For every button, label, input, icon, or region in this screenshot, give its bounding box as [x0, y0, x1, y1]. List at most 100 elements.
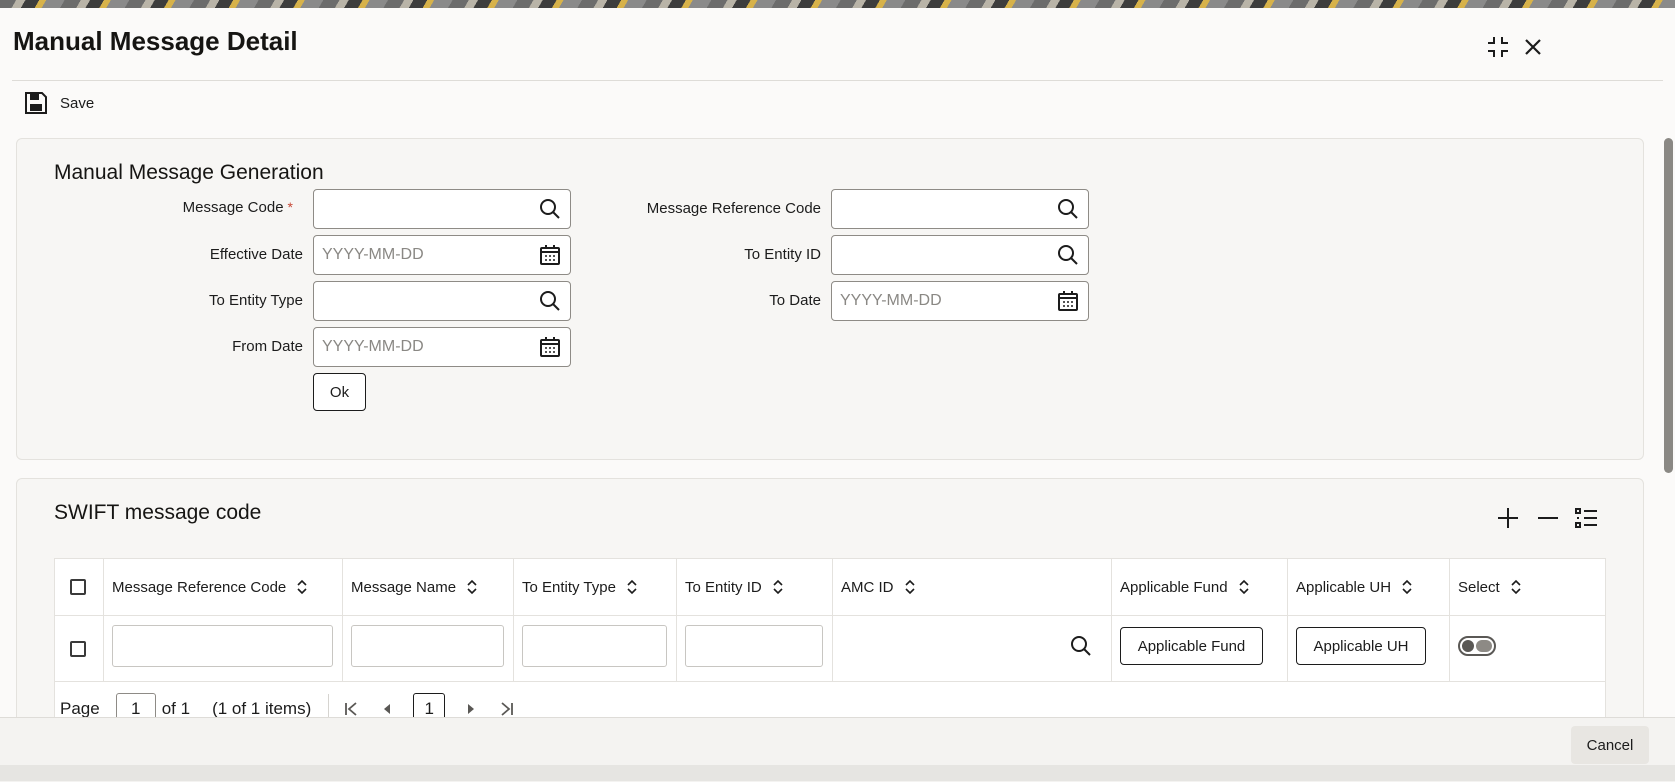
previous-page-icon[interactable] — [377, 699, 397, 719]
effective-date-field[interactable] — [313, 235, 571, 275]
dialog-window: Manual Message Detail Save Manual Messag… — [0, 8, 1675, 740]
maximize-icon[interactable] — [1485, 34, 1511, 60]
message-name-cell-input[interactable] — [351, 625, 504, 667]
applicable-uh-button[interactable]: Applicable UH — [1296, 627, 1426, 665]
select-all-checkbox[interactable] — [70, 579, 86, 595]
effective-date-label: Effective Date — [209, 246, 303, 263]
sort-icon — [296, 579, 308, 595]
ok-button[interactable]: Ok — [313, 373, 366, 411]
sort-icon — [1401, 579, 1413, 595]
search-icon[interactable] — [1056, 197, 1080, 221]
col-header-label: Message Name — [351, 578, 457, 596]
from-date-input[interactable] — [314, 328, 540, 366]
manual-message-generation-panel: Manual Message Generation Message Code * … — [16, 138, 1644, 460]
to-entity-id-cell-input[interactable] — [685, 625, 823, 667]
message-code-label-text: Message Code — [182, 199, 284, 216]
vertical-scrollbar[interactable] — [1664, 138, 1673, 473]
sort-icon — [904, 579, 916, 595]
col-header-message-reference-code[interactable]: Message Reference Code — [112, 559, 308, 615]
search-icon[interactable] — [538, 289, 562, 313]
col-header-applicable-uh[interactable]: Applicable UH — [1296, 559, 1413, 615]
to-date-field[interactable] — [831, 281, 1089, 321]
row-checkbox[interactable] — [70, 641, 86, 657]
page-count-label: of 1 — [161, 699, 191, 718]
col-divider — [103, 559, 104, 681]
col-divider — [832, 559, 833, 681]
col-divider — [1287, 559, 1288, 681]
plus-icon — [1498, 508, 1518, 528]
col-header-label: AMC ID — [841, 578, 894, 596]
effective-date-input[interactable] — [314, 236, 540, 274]
remove-row-button[interactable] — [1534, 504, 1562, 534]
search-icon[interactable] — [538, 197, 562, 221]
page-label: Page — [60, 699, 100, 718]
to-entity-type-cell-input[interactable] — [522, 625, 667, 667]
save-button[interactable]: Save — [24, 90, 94, 116]
col-header-label: Select — [1458, 578, 1500, 596]
section-title-swift: SWIFT message code — [54, 501, 262, 524]
from-date-field[interactable] — [313, 327, 571, 367]
sort-icon — [626, 579, 638, 595]
message-reference-code-input[interactable] — [832, 190, 1058, 228]
col-divider — [513, 559, 514, 681]
message-code-field[interactable] — [313, 189, 571, 229]
to-date-input[interactable] — [832, 282, 1058, 320]
col-header-label: To Entity ID — [685, 578, 762, 596]
next-page-icon[interactable] — [461, 699, 481, 719]
search-icon[interactable] — [1056, 243, 1080, 267]
col-divider — [676, 559, 677, 681]
message-reference-code-field[interactable] — [831, 189, 1089, 229]
required-mark: * — [287, 199, 293, 215]
applicable-fund-button[interactable]: Applicable Fund — [1120, 627, 1263, 665]
section-title-generation: Manual Message Generation — [54, 161, 324, 184]
row-divider — [55, 681, 1605, 682]
col-header-amc-id[interactable]: AMC ID — [841, 559, 916, 615]
to-date-label: To Date — [769, 292, 821, 309]
header-divider — [12, 80, 1663, 81]
select-toggle[interactable] — [1458, 636, 1496, 656]
col-header-label: Message Reference Code — [112, 578, 287, 596]
close-icon[interactable] — [1520, 34, 1546, 60]
minus-icon — [1538, 517, 1558, 519]
col-header-to-entity-id[interactable]: To Entity ID — [685, 559, 784, 615]
col-divider — [342, 559, 343, 681]
save-icon — [25, 92, 47, 114]
sort-icon — [466, 579, 478, 595]
cancel-button[interactable]: Cancel — [1571, 726, 1649, 764]
calendar-icon[interactable] — [538, 243, 562, 267]
to-entity-id-field[interactable] — [831, 235, 1089, 275]
last-page-icon[interactable] — [497, 699, 517, 719]
to-entity-type-label: To Entity Type — [209, 292, 303, 309]
bottom-bar — [0, 765, 1675, 781]
message-code-input[interactable] — [314, 190, 540, 228]
column-list-icon — [1575, 508, 1597, 528]
col-header-label: To Entity Type — [522, 578, 616, 596]
save-label: Save — [60, 94, 95, 112]
calendar-icon[interactable] — [1056, 289, 1080, 313]
to-entity-type-input[interactable] — [314, 282, 540, 320]
banner-strip — [0, 0, 1675, 8]
col-header-label: Applicable Fund — [1120, 578, 1228, 596]
items-count-label: (1 of 1 items) — [212, 699, 312, 718]
column-settings-button[interactable] — [1572, 504, 1600, 534]
add-row-button[interactable] — [1494, 504, 1522, 534]
calendar-icon[interactable] — [538, 335, 562, 359]
to-entity-id-input[interactable] — [832, 236, 1058, 274]
to-entity-id-label: To Entity ID — [744, 246, 821, 263]
from-date-label: From Date — [232, 338, 303, 355]
col-header-message-name[interactable]: Message Name — [351, 559, 478, 615]
sort-icon — [1510, 579, 1522, 595]
col-header-to-entity-type[interactable]: To Entity Type — [522, 559, 638, 615]
search-icon[interactable] — [1069, 634, 1093, 658]
to-entity-type-field[interactable] — [313, 281, 571, 321]
page-title: Manual Message Detail — [13, 26, 298, 56]
col-divider — [1111, 559, 1112, 681]
col-divider — [1449, 559, 1450, 681]
sort-icon — [772, 579, 784, 595]
message-reference-code-cell-input[interactable] — [112, 625, 333, 667]
toggle-knob — [1462, 640, 1474, 652]
first-page-icon[interactable] — [341, 699, 361, 719]
message-reference-code-label: Message Reference Code — [646, 200, 821, 217]
col-header-select[interactable]: Select — [1458, 559, 1522, 615]
col-header-applicable-fund[interactable]: Applicable Fund — [1120, 559, 1250, 615]
